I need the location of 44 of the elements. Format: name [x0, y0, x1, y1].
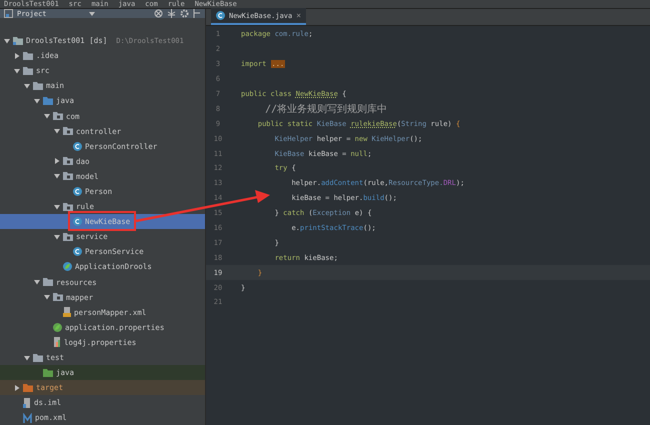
code-text: //将业务规则写到规则库中	[264, 102, 388, 116]
hide-icon[interactable]	[193, 9, 201, 18]
settings-icon[interactable]	[180, 9, 189, 18]
collapse-icon[interactable]	[167, 9, 176, 18]
xml-file-icon	[63, 307, 71, 318]
collapse-arrow-icon[interactable]	[54, 173, 60, 180]
collapse-arrow-icon[interactable]	[34, 98, 40, 104]
class-icon	[73, 217, 82, 226]
folder-icon	[43, 278, 53, 286]
collapse-arrow-icon[interactable]	[14, 68, 20, 74]
close-icon[interactable]: ×	[296, 11, 302, 20]
folder-icon	[63, 172, 73, 180]
folder-icon	[53, 112, 63, 120]
highlight-rectangle	[68, 211, 136, 231]
target-icon[interactable]	[154, 9, 163, 18]
collapse-arrow-icon[interactable]	[44, 294, 50, 300]
collapse-arrow-icon[interactable]	[24, 82, 30, 89]
leaf-icon	[63, 262, 72, 272]
class-icon	[73, 186, 82, 196]
collapse-arrow-icon[interactable]	[34, 279, 40, 286]
project-icon	[4, 9, 13, 18]
folder-icon	[63, 127, 73, 136]
folder-icon	[63, 157, 73, 166]
expand-arrow-icon[interactable]	[14, 384, 20, 391]
leaf-icon	[53, 322, 62, 332]
collapse-arrow-icon[interactable]	[54, 128, 60, 134]
folder-icon	[63, 202, 73, 211]
file-icon	[23, 398, 31, 408]
folder-icon	[13, 36, 23, 45]
collapse-arrow-icon[interactable]	[44, 113, 50, 120]
class-icon	[216, 11, 225, 20]
class-icon	[73, 142, 82, 151]
folder-icon	[63, 232, 73, 241]
dropdown-icon[interactable]	[89, 12, 95, 16]
expand-arrow-icon[interactable]	[54, 158, 60, 164]
class-icon	[73, 247, 82, 256]
collapse-arrow-icon[interactable]	[24, 354, 30, 361]
collapse-arrow-icon[interactable]	[54, 204, 60, 210]
folder-icon	[53, 293, 63, 302]
collapse-arrow-icon[interactable]	[54, 234, 60, 240]
properties-file-icon	[53, 337, 61, 348]
expand-arrow-icon[interactable]	[14, 52, 20, 59]
maven-icon	[23, 412, 32, 423]
collapse-arrow-icon[interactable]	[4, 38, 10, 44]
